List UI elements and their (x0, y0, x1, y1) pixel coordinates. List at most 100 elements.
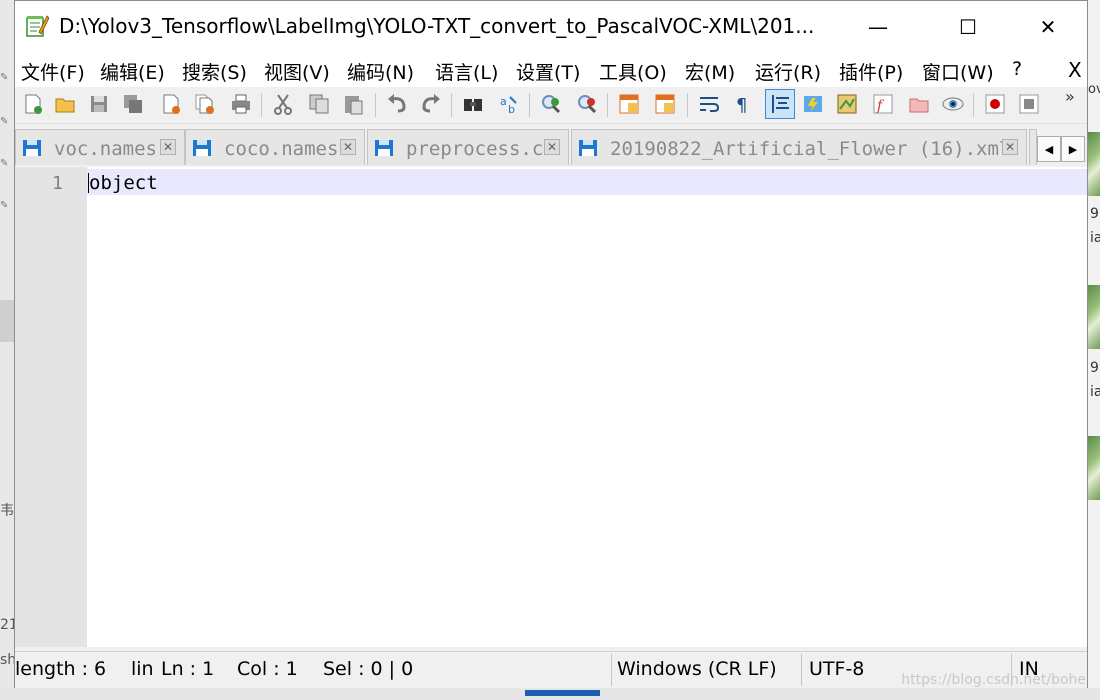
tab-close-icon[interactable]: ✕ (160, 139, 176, 155)
minimize-button[interactable]: — (855, 1, 901, 53)
close-window-button[interactable]: ✕ (1025, 1, 1071, 53)
close-icon[interactable] (159, 92, 183, 116)
desktop-text: 韦 (0, 503, 14, 519)
paste-icon[interactable] (341, 92, 365, 116)
status-separator (611, 654, 612, 686)
tab-scroll-right-button[interactable]: ▶ (1061, 136, 1085, 162)
status-encoding[interactable]: UTF-8 (809, 658, 864, 680)
tab-close-icon[interactable]: ✕ (1002, 139, 1018, 155)
toolbar-separator (687, 93, 688, 117)
tab-bar: voc.names ✕ coco.names ✕ preprocess.c ✕ … (15, 125, 1087, 167)
menu-plugins[interactable]: 插件(P) (839, 58, 903, 85)
tab-label: voc.names (54, 138, 157, 160)
menu-run[interactable]: 运行(R) (755, 58, 821, 85)
maximize-button[interactable]: ☐ (945, 1, 991, 53)
menu-file[interactable]: 文件(F) (21, 58, 85, 85)
record-macro-icon[interactable] (983, 92, 1007, 116)
zoom-out-icon[interactable] (575, 92, 599, 116)
close-all-icon[interactable] (193, 92, 217, 116)
notepad-app-icon (26, 15, 49, 37)
desktop-left-edge: ✎ ✎ ✎ ✎ 韦 21 sh (0, 0, 18, 700)
taskbar-active-indicator (525, 690, 600, 696)
desktop-right-edge: ov 9 ia 9 ia (1088, 0, 1100, 700)
menu-settings[interactable]: 设置(T) (516, 58, 580, 85)
tab-preprocess-c[interactable]: preprocess.c ✕ (367, 129, 569, 165)
tab-artificial-flower-xml[interactable]: 20190822_Artificial_Flower (16).xml ✕ (571, 129, 1027, 165)
menu-macro[interactable]: 宏(M) (685, 58, 735, 85)
desktop-selection (0, 300, 14, 342)
save-disk-icon (193, 140, 211, 156)
save-disk-icon (23, 140, 41, 156)
print-icon[interactable] (229, 92, 253, 116)
svg-text:a: a (500, 95, 507, 108)
status-eol-format[interactable]: Windows (CR LF) (617, 658, 777, 680)
menu-tools[interactable]: 工具(O) (599, 58, 667, 85)
pin-icon: ✎ (0, 72, 9, 83)
tab-label: coco.names (224, 138, 339, 160)
zoom-in-icon[interactable] (539, 92, 563, 116)
status-separator (801, 654, 802, 686)
toolbar: ab ¶ f » (15, 87, 1087, 124)
undo-icon[interactable] (385, 92, 409, 116)
status-lines: lin (131, 658, 154, 680)
stop-macro-icon[interactable] (1017, 92, 1041, 116)
toolbar-separator (261, 93, 262, 117)
tab-label: 20190822_Artificial_Flower (16).xml (610, 138, 1011, 160)
save-all-icon[interactable] (121, 92, 145, 116)
tab-coco-names[interactable]: coco.names ✕ (185, 129, 365, 165)
window-title: D:\Yolov3_Tensorflow\LabelImg\YOLO-TXT_c… (59, 14, 815, 38)
monitoring-icon[interactable] (941, 92, 965, 116)
tab-close-icon[interactable]: ✕ (340, 139, 356, 155)
watermark-text: https://blog.csdn.net/bohe (901, 672, 1086, 688)
pin-icon: ✎ (0, 200, 9, 211)
toolbar-overflow-icon[interactable]: » (1065, 87, 1075, 106)
tab-close-icon[interactable]: ✕ (544, 139, 560, 155)
menu-search[interactable]: 搜索(S) (182, 58, 247, 85)
tab-overflow-partial[interactable] (1029, 129, 1037, 165)
status-line-number: Ln : 1 (161, 658, 215, 680)
find-icon[interactable] (461, 92, 485, 116)
menu-view[interactable]: 视图(V) (264, 58, 330, 85)
save-disk-icon (579, 140, 597, 156)
toolbar-separator (375, 93, 376, 117)
function-list-icon[interactable]: f (871, 92, 895, 116)
user-language-icon[interactable] (801, 92, 825, 116)
current-line-highlight (87, 169, 1087, 195)
menu-window[interactable]: 窗口(W) (922, 58, 994, 85)
svg-text:¶: ¶ (736, 95, 747, 115)
indent-guide-icon[interactable] (765, 89, 795, 119)
toolbar-separator (451, 93, 452, 117)
status-length: length : 6 (15, 658, 107, 680)
tab-voc-names[interactable]: voc.names ✕ (15, 129, 185, 165)
show-all-chars-icon[interactable]: ¶ (731, 92, 755, 116)
copy-icon[interactable] (307, 92, 331, 116)
tab-scroll-left-button[interactable]: ◀ (1037, 136, 1061, 162)
new-file-icon[interactable] (21, 92, 45, 116)
redo-icon[interactable] (419, 92, 443, 116)
menu-bar: 文件(F) 编辑(E) 搜索(S) 视图(V) 编码(N) 语言(L) 设置(T… (15, 53, 1087, 87)
document-map-icon[interactable] (835, 92, 859, 116)
toolbar-separator (529, 93, 530, 117)
open-file-icon[interactable] (53, 92, 77, 116)
folder-workspace-icon[interactable] (907, 92, 931, 116)
title-bar[interactable]: D:\Yolov3_Tensorflow\LabelImg\YOLO-TXT_c… (15, 1, 1087, 53)
save-icon[interactable] (87, 92, 111, 116)
close-document-button[interactable]: X (1068, 58, 1082, 82)
desktop-text: ia (1090, 230, 1100, 246)
menu-language[interactable]: 语言(L) (435, 58, 498, 85)
replace-icon[interactable]: ab (497, 92, 521, 116)
thumbnail-image (1088, 285, 1100, 349)
taskbar-strip (0, 688, 1100, 700)
toolbar-separator (973, 93, 974, 117)
menu-encoding[interactable]: 编码(N) (347, 58, 414, 85)
sync-vertical-icon[interactable] (617, 92, 641, 116)
text-editor[interactable]: 1 object (15, 167, 1087, 647)
code-line[interactable]: object (89, 172, 158, 194)
word-wrap-icon[interactable] (697, 92, 721, 116)
cut-icon[interactable] (271, 92, 295, 116)
toolbar-separator (607, 93, 608, 117)
sync-horizontal-icon[interactable] (653, 92, 677, 116)
thumbnail-image (1088, 436, 1100, 500)
menu-help[interactable]: ? (1012, 58, 1022, 80)
menu-edit[interactable]: 编辑(E) (100, 58, 165, 85)
